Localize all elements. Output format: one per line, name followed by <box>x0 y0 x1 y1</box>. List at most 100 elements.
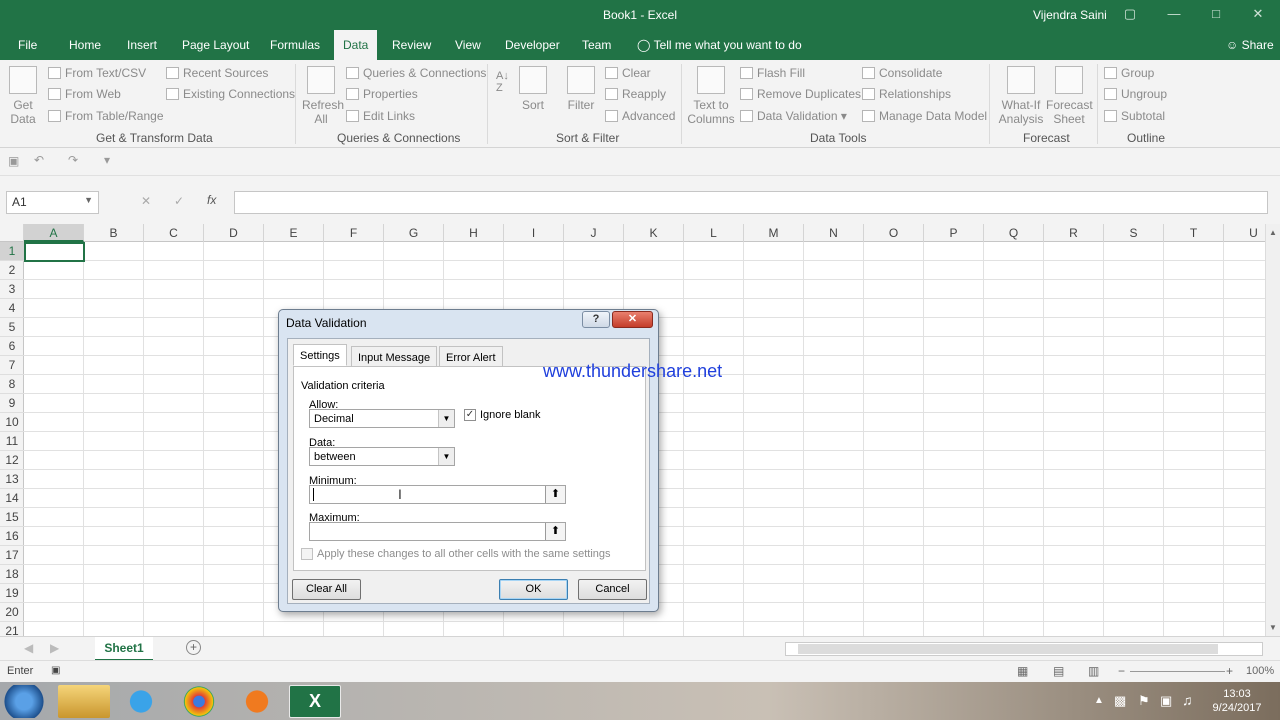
help-button[interactable]: ? <box>582 311 610 328</box>
row-header-3[interactable]: 3 <box>0 280 24 299</box>
collapse-dialog-icon[interactable]: ⬆ <box>545 523 565 540</box>
column-header-i[interactable]: I <box>504 224 564 242</box>
reapply-button[interactable]: Reapply <box>605 87 666 101</box>
recent-sources-button[interactable]: Recent Sources <box>166 66 268 80</box>
save-icon[interactable]: ▣ <box>8 154 19 168</box>
cancel-button[interactable]: Cancel <box>578 579 647 600</box>
tab-team[interactable]: Team <box>582 38 611 52</box>
maximum-input[interactable]: ⬆ <box>309 522 566 541</box>
clock[interactable]: 13:03 9/24/2017 <box>1205 687 1269 715</box>
column-header-f[interactable]: F <box>324 224 384 242</box>
row-header-11[interactable]: 11 <box>0 432 24 451</box>
properties-button[interactable]: Properties <box>346 87 418 101</box>
row-header-1[interactable]: 1 <box>0 242 24 261</box>
minimum-input[interactable]: ⬆ <box>309 485 566 504</box>
row-header-17[interactable]: 17 <box>0 546 24 565</box>
ribbon-display-icon[interactable]: ▢ <box>1122 6 1138 22</box>
minimize-icon[interactable]: — <box>1166 6 1182 22</box>
dialog-close-button[interactable]: ✕ <box>612 311 653 328</box>
horizontal-scrollbar[interactable] <box>785 642 1263 656</box>
redo-icon[interactable]: ↷ <box>68 153 78 167</box>
network-icon[interactable]: ▩ <box>1114 693 1126 709</box>
row-header-10[interactable]: 10 <box>0 413 24 432</box>
close-icon[interactable]: ✕ <box>1250 6 1266 22</box>
cancel-icon[interactable]: ✕ <box>141 194 151 208</box>
edit-links-button[interactable]: Edit Links <box>346 109 415 123</box>
column-header-l[interactable]: L <box>684 224 744 242</box>
tab-view[interactable]: View <box>455 38 481 52</box>
zoom-out-icon[interactable]: − <box>1118 664 1125 678</box>
column-header-r[interactable]: R <box>1044 224 1104 242</box>
row-header-18[interactable]: 18 <box>0 565 24 584</box>
allow-select[interactable]: Decimal ▼ <box>309 409 455 428</box>
row-header-19[interactable]: 19 <box>0 584 24 603</box>
scroll-right-icon[interactable]: ▶ <box>50 641 59 655</box>
row-header-9[interactable]: 9 <box>0 394 24 413</box>
zoom-level[interactable]: 100% <box>1246 665 1274 677</box>
tab-input-message[interactable]: Input Message <box>351 346 438 367</box>
get-data-button[interactable]: Get Data <box>6 66 40 126</box>
column-header-t[interactable]: T <box>1164 224 1224 242</box>
column-header-g[interactable]: G <box>384 224 444 242</box>
apply-all-checkbox[interactable] <box>301 548 313 560</box>
row-header-20[interactable]: 20 <box>0 603 24 622</box>
user-name[interactable]: Vijendra Saini <box>1033 8 1107 22</box>
tab-formulas[interactable]: Formulas <box>270 38 320 52</box>
column-header-c[interactable]: C <box>144 224 204 242</box>
row-header-12[interactable]: 12 <box>0 451 24 470</box>
firefox-icon[interactable] <box>231 685 283 718</box>
page-layout-view-icon[interactable]: ▤ <box>1053 664 1064 678</box>
file-explorer-icon[interactable] <box>58 685 110 718</box>
tab-settings[interactable]: Settings <box>293 344 347 366</box>
enter-check-icon[interactable]: ✓ <box>174 194 184 208</box>
ok-button[interactable]: OK <box>499 579 568 600</box>
row-header-7[interactable]: 7 <box>0 356 24 375</box>
clear-button[interactable]: Clear <box>605 66 651 80</box>
column-header-n[interactable]: N <box>804 224 864 242</box>
what-if-analysis-button[interactable]: What-If Analysis <box>996 66 1046 126</box>
text-to-columns-button[interactable]: Text to Columns <box>686 66 736 126</box>
column-header-j[interactable]: J <box>564 224 624 242</box>
formula-input[interactable] <box>234 191 1268 214</box>
excel-icon[interactable]: X <box>289 685 341 718</box>
queries-connections-button[interactable]: Queries & Connections <box>346 66 486 80</box>
sort-button[interactable]: Sort <box>518 66 548 112</box>
from-web-button[interactable]: From Web <box>48 87 121 101</box>
flag-icon[interactable]: ⚑ <box>1138 693 1150 709</box>
select-all-corner[interactable] <box>0 224 24 242</box>
zoom-in-icon[interactable]: + <box>1226 664 1233 678</box>
customize-toolbar-icon[interactable]: ▾ <box>104 153 110 167</box>
maximize-icon[interactable]: □ <box>1208 6 1224 22</box>
tab-file[interactable]: File <box>18 38 37 52</box>
scroll-up-icon[interactable]: ▲ <box>1269 228 1277 237</box>
normal-view-icon[interactable]: ▦ <box>1017 664 1028 678</box>
group-button[interactable]: Group <box>1104 66 1154 80</box>
column-header-o[interactable]: O <box>864 224 924 242</box>
tab-error-alert[interactable]: Error Alert <box>439 346 503 367</box>
existing-connections-button[interactable]: Existing Connections <box>166 87 295 101</box>
tray-chevron-icon[interactable]: ▲ <box>1094 695 1104 706</box>
vertical-scrollbar[interactable]: ▲ ▼ <box>1265 224 1280 636</box>
column-header-a[interactable]: A <box>24 224 84 242</box>
share-button[interactable]: ☺ Share <box>1226 38 1274 52</box>
column-header-b[interactable]: B <box>84 224 144 242</box>
data-select[interactable]: between ▼ <box>309 447 455 466</box>
row-header-4[interactable]: 4 <box>0 299 24 318</box>
refresh-all-button[interactable]: Refresh All <box>302 66 344 126</box>
clear-all-button[interactable]: Clear All <box>292 579 361 600</box>
column-header-k[interactable]: K <box>624 224 684 242</box>
scroll-thumb[interactable] <box>798 644 1218 654</box>
undo-icon[interactable]: ↶ <box>34 153 44 167</box>
row-header-15[interactable]: 15 <box>0 508 24 527</box>
tab-review[interactable]: Review <box>392 38 431 52</box>
tab-home[interactable]: Home <box>69 38 101 52</box>
row-header-2[interactable]: 2 <box>0 261 24 280</box>
name-box[interactable]: A1 ▼ <box>6 191 99 214</box>
data-validation-button[interactable]: Data Validation ▾ <box>740 109 847 123</box>
tab-page-layout[interactable]: Page Layout <box>182 38 249 52</box>
row-header-6[interactable]: 6 <box>0 337 24 356</box>
flash-fill-button[interactable]: Flash Fill <box>740 66 805 80</box>
active-cell-a1[interactable] <box>24 242 85 262</box>
row-header-14[interactable]: 14 <box>0 489 24 508</box>
internet-explorer-icon[interactable] <box>115 685 167 718</box>
